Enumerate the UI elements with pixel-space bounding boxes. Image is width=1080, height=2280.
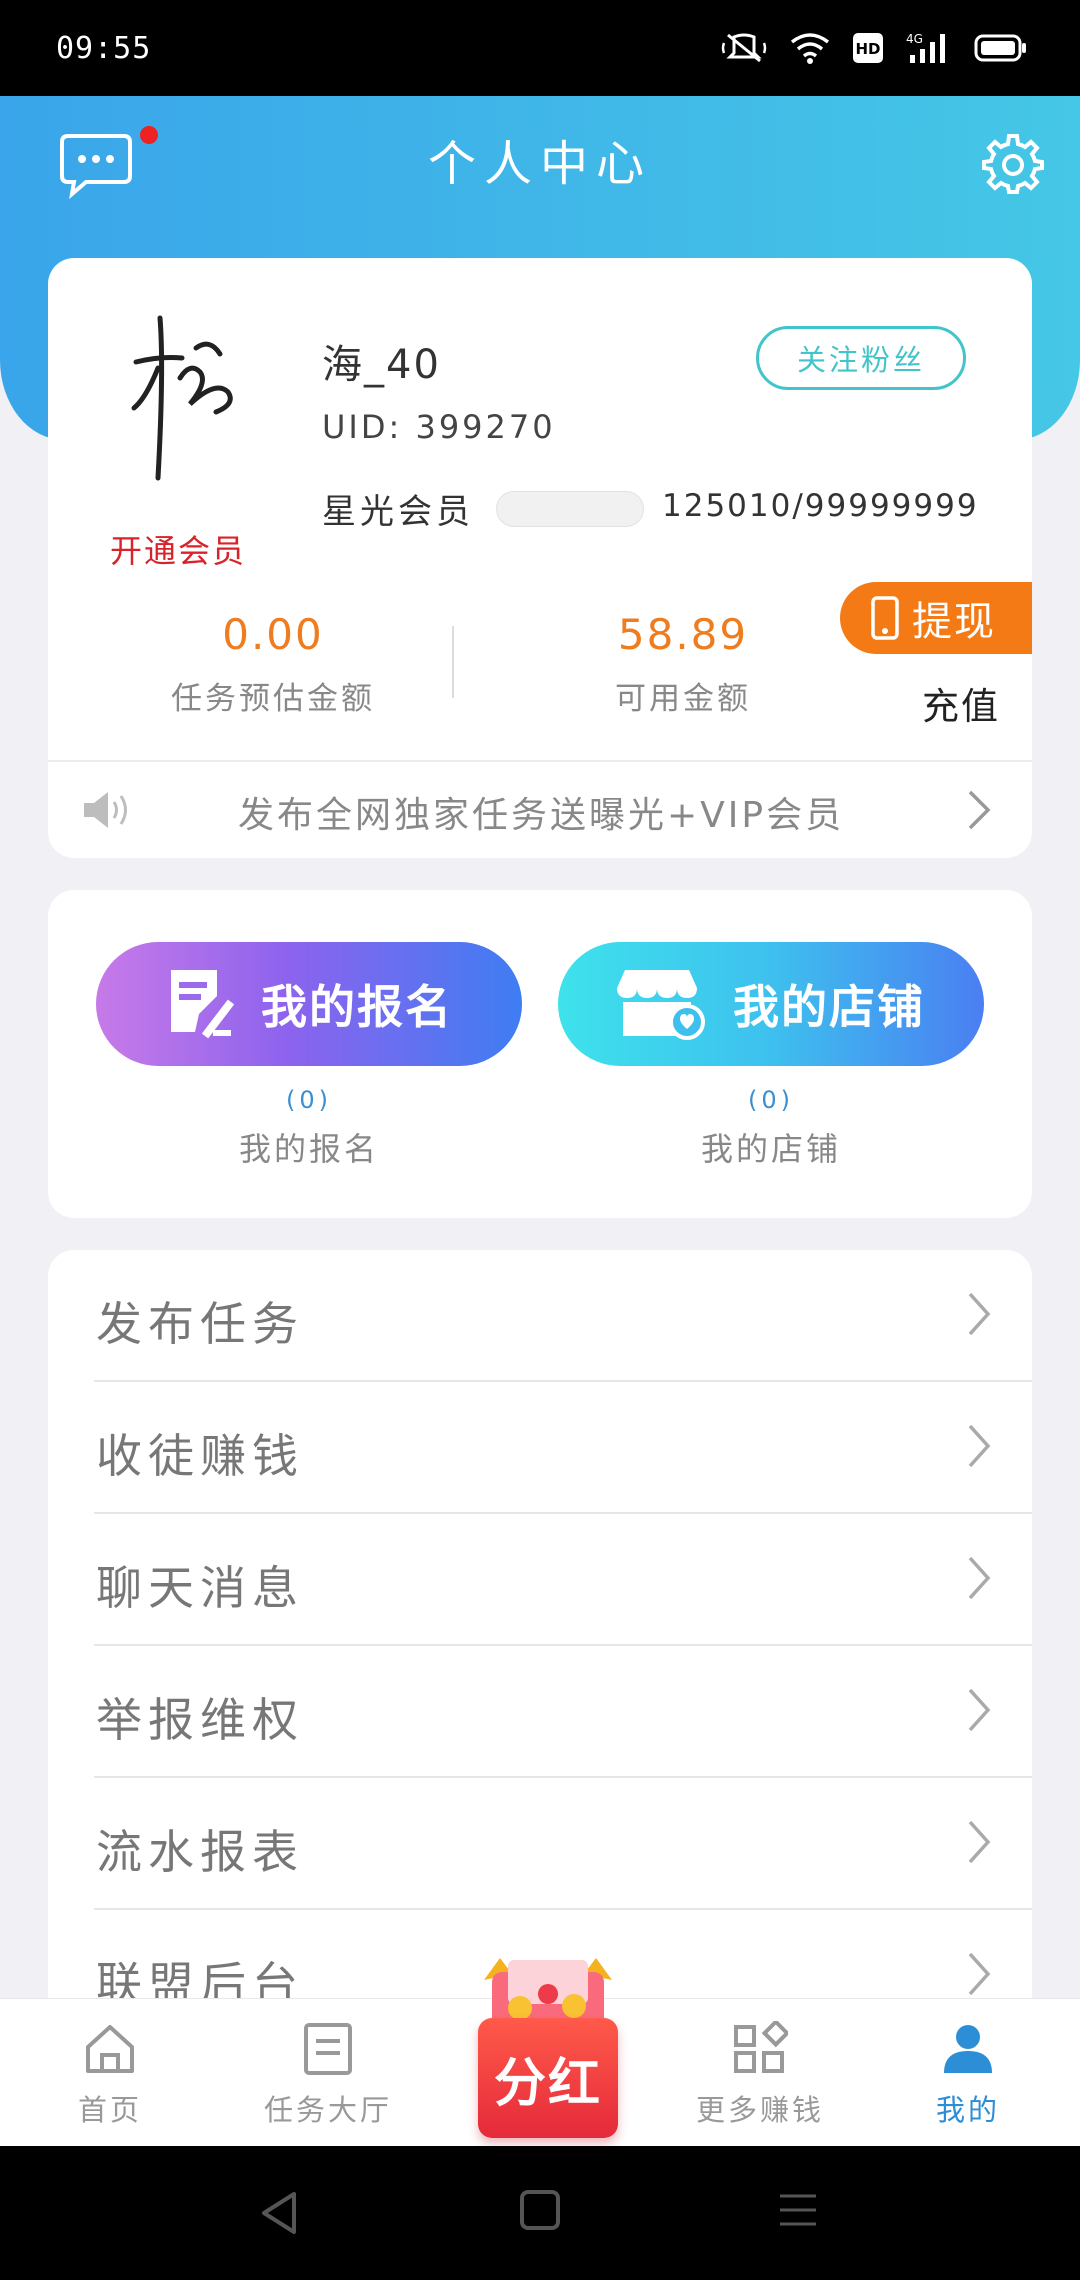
- estimated-amount-value: 0.00: [222, 610, 324, 659]
- status-time: 09:55: [56, 30, 152, 66]
- notice-banner[interactable]: 发布全网独家任务送曝光+VIP会员: [48, 762, 1032, 858]
- signature-avatar-image: [131, 315, 233, 481]
- star-progress-value: 125010/99999999: [662, 488, 979, 524]
- my-shop-label: 我的店铺: [733, 980, 925, 1034]
- menu-item-recruit-earn[interactable]: 收徒赚钱: [48, 1382, 1032, 1514]
- menu-lines-icon[interactable]: [776, 2188, 820, 2232]
- speaker-icon: [84, 792, 127, 828]
- nav-task-hall[interactable]: 任务大厅: [228, 1999, 428, 2147]
- menu-item-publish-task[interactable]: 发布任务: [48, 1250, 1032, 1382]
- star-member-label: 星光会员: [322, 492, 474, 532]
- menu-item-transaction-report[interactable]: 流水报表: [48, 1778, 1032, 1910]
- battery-icon: [974, 34, 1026, 62]
- nav-label: 我的: [935, 2093, 1000, 2127]
- status-icons: HD 4G: [720, 31, 1028, 65]
- nav-label: 更多赚钱: [695, 2093, 824, 2127]
- menu-item-label: 聊天消息: [96, 1561, 304, 1615]
- profile-card: 开通会员 海_40 UID: 399270 星光会员 125010/999999…: [48, 258, 1032, 858]
- wifi-icon: [790, 33, 830, 64]
- follow-fans-button[interactable]: 关注粉丝: [756, 326, 966, 390]
- storefront-icon: [617, 970, 705, 1040]
- estimated-amount-stat[interactable]: 0.00 任务预估金额: [148, 610, 398, 718]
- menu-item-label: 流水报表: [96, 1825, 304, 1879]
- user-nickname: 海_40: [322, 342, 441, 388]
- withdraw-label: 提现: [912, 599, 996, 645]
- home-icon: [86, 2025, 134, 2073]
- signup-count: (0): [286, 1086, 332, 1114]
- shop-caption[interactable]: 我的店铺: [558, 1124, 984, 1170]
- recharge-button[interactable]: 充值: [922, 676, 1000, 730]
- signup-caption[interactable]: 我的报名: [96, 1124, 522, 1170]
- avatar[interactable]: [120, 308, 260, 488]
- chevron-right-icon: [968, 1556, 991, 1600]
- available-amount-label: 可用金额: [615, 681, 751, 717]
- home-square-icon[interactable]: [518, 2188, 562, 2232]
- chevron-right-icon: [968, 1688, 991, 1732]
- menu-item-label: 发布任务: [96, 1297, 304, 1351]
- svg-text:4G: 4G: [906, 32, 923, 46]
- back-icon[interactable]: [256, 2188, 302, 2238]
- gear-icon: [982, 134, 1044, 194]
- quick-actions-card: 我的报名 我的店铺 (0) 我的报名 (0) 我的店铺: [48, 890, 1032, 1218]
- menu-item-chat-messages[interactable]: 聊天消息: [48, 1514, 1032, 1646]
- chevron-right-icon: [968, 1424, 991, 1468]
- nav-label: 首页: [77, 2093, 142, 2127]
- my-shop-button[interactable]: 我的店铺: [558, 942, 984, 1066]
- estimated-amount-label: 任务预估金额: [171, 681, 375, 717]
- hd-icon: HD: [853, 33, 883, 63]
- menu-list: 发布任务 收徒赚钱 聊天消息 举报维权 流水报表 联盟后台: [48, 1250, 1032, 2010]
- settings-button[interactable]: [982, 132, 1044, 194]
- chevron-right-icon: [968, 1820, 991, 1864]
- menu-item-label: 收徒赚钱: [96, 1429, 304, 1483]
- chevron-right-icon: [968, 1292, 991, 1336]
- chevron-right-icon: [968, 1952, 991, 1996]
- signal-4g-icon: 4G: [906, 32, 945, 63]
- svg-text:HD: HD: [855, 40, 880, 58]
- person-icon: [944, 2025, 992, 2073]
- my-signup-button[interactable]: 我的报名: [96, 942, 522, 1066]
- dividend-label: 分红: [478, 2018, 618, 2138]
- notice-text: 发布全网独家任务送曝光+VIP会员: [238, 795, 845, 836]
- stat-divider: [452, 626, 454, 698]
- edit-document-icon: [171, 970, 235, 1039]
- shop-count: (0): [748, 1086, 794, 1114]
- document-icon: [304, 2023, 352, 2075]
- apps-icon: [734, 2021, 788, 2073]
- nav-home[interactable]: 首页: [10, 1999, 210, 2147]
- phone-icon: [871, 596, 899, 640]
- user-uid: UID: 399270: [322, 408, 556, 446]
- available-amount-value: 58.89: [617, 610, 749, 659]
- system-navigation-bar: [0, 2146, 1080, 2280]
- menu-item-report-rights[interactable]: 举报维权: [48, 1646, 1032, 1778]
- my-signup-label: 我的报名: [261, 980, 453, 1034]
- menu-item-label: 举报维权: [96, 1693, 304, 1747]
- star-progress-bar: [496, 491, 644, 527]
- chevron-right-icon: [968, 790, 991, 830]
- mute-icon: [721, 33, 767, 63]
- dividend-button[interactable]: 分红: [470, 1940, 626, 2142]
- open-vip-link[interactable]: 开通会员: [110, 526, 246, 572]
- status-bar: 09:55 HD 4G: [0, 0, 1080, 96]
- nav-label: 任务大厅: [263, 2093, 392, 2127]
- nav-more-earnings[interactable]: 更多赚钱: [660, 1999, 860, 2147]
- page-title: 个人中心: [427, 136, 652, 192]
- nav-mine[interactable]: 我的: [868, 1999, 1068, 2147]
- available-amount-stat[interactable]: 58.89 可用金额: [558, 610, 808, 718]
- withdraw-button[interactable]: 提现: [840, 582, 1032, 654]
